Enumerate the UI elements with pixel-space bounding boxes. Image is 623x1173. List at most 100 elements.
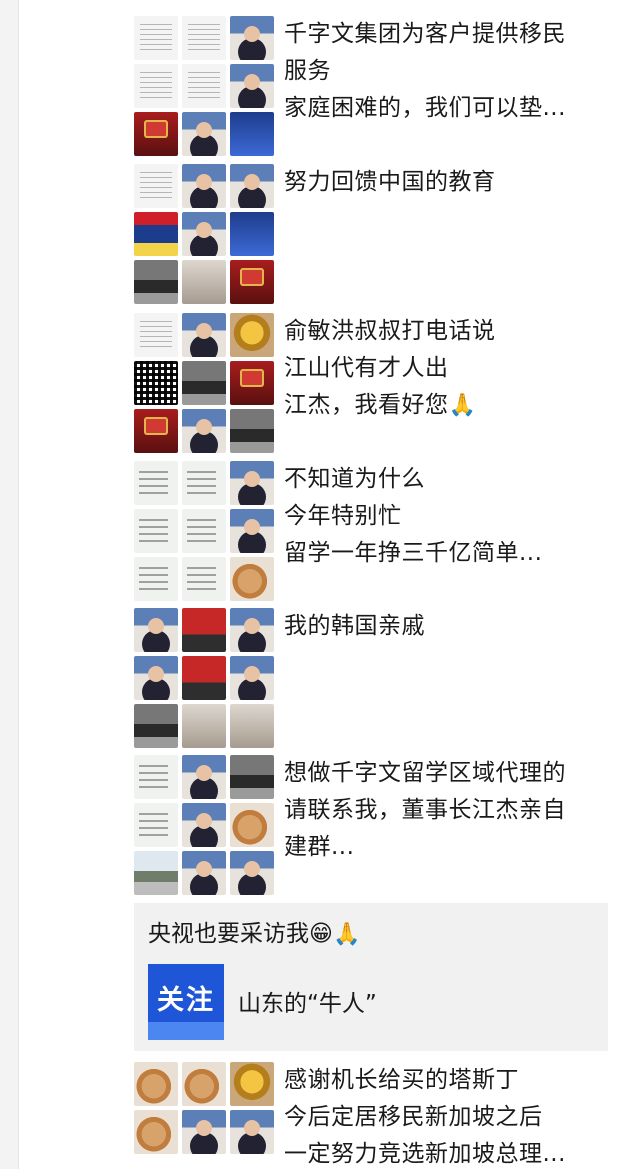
photo-thumb[interactable] [230, 851, 274, 895]
photo-thumb[interactable] [134, 557, 178, 601]
post-line: 千字文集团为客户提供移民 [284, 21, 566, 47]
photo-thumb[interactable] [134, 212, 178, 256]
post-line: 不知道为什么 [284, 466, 425, 492]
post-line: 江杰，我看好您🙏 [284, 387, 614, 424]
post-text: 感谢机长给买的塔斯丁 今后定居移民新加坡之后 一定努力竞选新加坡总理... [284, 1062, 614, 1173]
grinning-face-emoji-icon: 😁 [309, 921, 333, 947]
photo-grid[interactable] [134, 1062, 274, 1154]
photo-thumb[interactable] [134, 803, 178, 847]
post-line: 我的韩国亲戚 [284, 613, 425, 639]
photo-thumb[interactable] [182, 409, 226, 453]
photo-thumb[interactable] [134, 164, 178, 208]
photo-thumb[interactable] [182, 16, 226, 60]
photo-thumb[interactable] [134, 409, 178, 453]
photo-thumb[interactable] [230, 64, 274, 108]
photo-grid[interactable] [134, 313, 274, 453]
post-text: 我的韩国亲戚 [284, 608, 614, 645]
shared-post-title-text: 央视也要采访我 [148, 921, 309, 947]
post-line: 俞敏洪叔叔打电话说 [284, 318, 496, 344]
post-line: 感谢机长给买的塔斯丁 [284, 1067, 519, 1093]
photo-thumb[interactable] [134, 16, 178, 60]
post-line: 服务 [284, 58, 331, 84]
photo-thumb[interactable] [182, 803, 226, 847]
photo-grid[interactable] [134, 16, 274, 156]
photo-thumb[interactable] [134, 361, 178, 405]
post-line: 今年特别忙 [284, 503, 402, 529]
photo-thumb[interactable] [182, 461, 226, 505]
photo-thumb[interactable] [134, 1062, 178, 1106]
photo-thumb[interactable] [134, 851, 178, 895]
photo-thumb[interactable] [134, 461, 178, 505]
photo-thumb[interactable] [230, 164, 274, 208]
photo-grid[interactable] [134, 608, 274, 748]
photo-thumb[interactable] [230, 112, 274, 156]
photo-grid[interactable] [134, 164, 274, 304]
photo-thumb[interactable] [134, 260, 178, 304]
post-line: 努力回馈中国的教育 [284, 169, 496, 195]
photo-thumb[interactable] [134, 313, 178, 357]
photo-thumb[interactable] [230, 509, 274, 553]
thumbnail-label: 关注 [157, 985, 215, 1016]
photo-thumb[interactable] [182, 1062, 226, 1106]
photo-thumb[interactable] [230, 409, 274, 453]
photo-thumb[interactable] [134, 704, 178, 748]
photo-thumb[interactable] [182, 212, 226, 256]
photo-thumb[interactable] [230, 1110, 274, 1154]
post-line: 想做千字文留学区域代理的 [284, 760, 566, 786]
post-text: 不知道为什么 今年特别忙 留学一年挣三千亿简单... [284, 461, 614, 572]
praying-hands-emoji-icon: 🙏 [448, 393, 477, 418]
photo-thumb[interactable] [230, 608, 274, 652]
photo-thumb[interactable] [230, 803, 274, 847]
shared-link-title[interactable]: 山东的“牛人” [238, 987, 377, 1021]
photo-grid[interactable] [134, 755, 274, 895]
photo-thumb[interactable] [182, 313, 226, 357]
post-line: 留学一年挣三千亿简单... [284, 540, 543, 566]
shared-link-thumbnail[interactable]: 关注 [148, 964, 224, 1040]
photo-thumb[interactable] [230, 361, 274, 405]
photo-thumb[interactable] [182, 704, 226, 748]
photo-thumb[interactable] [230, 260, 274, 304]
photo-thumb[interactable] [134, 755, 178, 799]
photo-thumb[interactable] [182, 656, 226, 700]
photo-thumb[interactable] [134, 64, 178, 108]
post-text: 千字文集团为客户提供移民 服务 家庭困难的，我们可以垫... [284, 16, 614, 127]
photo-grid[interactable] [134, 461, 274, 601]
photo-thumb[interactable] [182, 509, 226, 553]
photo-thumb[interactable] [230, 704, 274, 748]
photo-thumb[interactable] [182, 557, 226, 601]
photo-thumb[interactable] [134, 608, 178, 652]
photo-thumb[interactable] [182, 1110, 226, 1154]
photo-thumb[interactable] [182, 361, 226, 405]
photo-thumb[interactable] [134, 112, 178, 156]
photo-thumb[interactable] [182, 112, 226, 156]
post-text: 想做千字文留学区域代理的 请联系我，董事长江杰亲自 建群... [284, 755, 614, 866]
left-border [0, 0, 19, 1169]
post-line-text: 江杰，我看好您 [284, 392, 449, 418]
post-line: 一定努力竞选新加坡总理... [284, 1141, 566, 1167]
photo-thumb[interactable] [230, 557, 274, 601]
photo-thumb[interactable] [182, 608, 226, 652]
photo-thumb[interactable] [230, 1062, 274, 1106]
praying-hands-emoji-icon: 🙏 [332, 922, 361, 947]
photo-thumb[interactable] [134, 656, 178, 700]
post-line: 请联系我，董事长江杰亲自 [284, 797, 566, 823]
photo-thumb[interactable] [182, 164, 226, 208]
photo-thumb[interactable] [230, 755, 274, 799]
post-line: 江山代有才人出 [284, 355, 449, 381]
shared-post-title: 央视也要采访我😁🙏 [148, 917, 360, 952]
photo-thumb[interactable] [230, 656, 274, 700]
post-text: 努力回馈中国的教育 [284, 164, 614, 201]
photo-thumb[interactable] [182, 64, 226, 108]
shared-link-card[interactable]: 央视也要采访我😁🙏 关注 山东的“牛人” [134, 903, 608, 1051]
post-line: 建群... [284, 834, 355, 860]
photo-thumb[interactable] [182, 260, 226, 304]
photo-thumb[interactable] [230, 212, 274, 256]
photo-thumb[interactable] [230, 461, 274, 505]
photo-thumb[interactable] [230, 16, 274, 60]
photo-thumb[interactable] [134, 509, 178, 553]
photo-thumb[interactable] [182, 755, 226, 799]
photo-thumb[interactable] [134, 1110, 178, 1154]
photo-thumb[interactable] [182, 851, 226, 895]
post-text: 俞敏洪叔叔打电话说 江山代有才人出 江杰，我看好您🙏 [284, 313, 614, 424]
photo-thumb[interactable] [230, 313, 274, 357]
